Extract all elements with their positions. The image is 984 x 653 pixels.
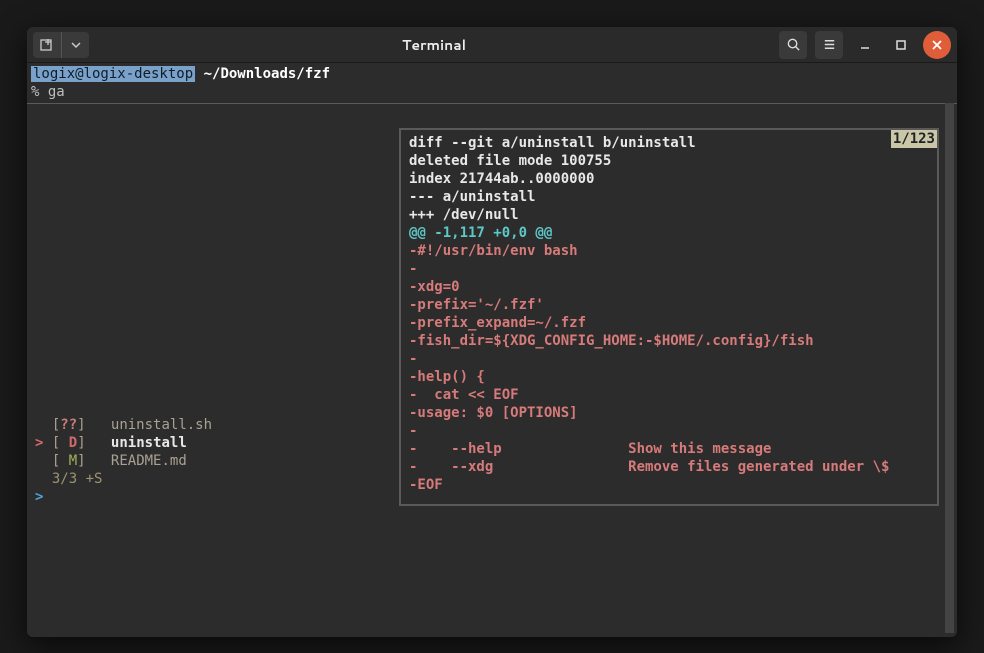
preview-content: diff --git a/uninstall b/uninstalldelete… [409,134,929,494]
search-button[interactable] [779,31,807,59]
close-button[interactable] [923,31,951,59]
file-list[interactable]: [??] uninstall.sh> [ D] uninstall [ M] R… [35,416,212,506]
close-icon [931,39,943,51]
maximize-button[interactable] [887,31,915,59]
diff-line: - [409,422,929,440]
prompt-line-1: logix@logix-desktop ~/Downloads/fzf [31,65,953,83]
diff-line: -fish_dir=${XDG_CONFIG_HOME:-$HOME/.conf… [409,332,929,350]
scrollbar[interactable] [945,103,954,633]
diff-line: - [409,260,929,278]
file-row[interactable]: > [ D] uninstall [35,434,212,452]
new-tab-icon [39,37,55,53]
diff-line: -EOF [409,476,929,494]
terminal-body[interactable]: logix@logix-desktop ~/Downloads/fzf % ga… [27,63,957,637]
diff-line: +++ /dev/null [409,206,929,224]
diff-line: diff --git a/uninstall b/uninstall [409,134,929,152]
diff-line: --- a/uninstall [409,188,929,206]
diff-line: -usage: $0 [OPTIONS] [409,404,929,422]
minimize-button[interactable] [851,31,879,59]
new-tab-dropdown[interactable] [61,32,89,58]
prompt-symbol: % [31,84,39,100]
preview-pane[interactable]: 1/123 diff --git a/uninstall b/uninstall… [399,128,939,506]
terminal-window: Terminal logix@logix-desktop ~ [27,27,957,637]
minimize-icon [858,38,872,52]
user-host: logix@logix-desktop [31,66,195,82]
fzf-area: 1/123 diff --git a/uninstall b/uninstall… [27,104,957,604]
new-tab-group [33,32,89,58]
file-row[interactable]: [ M] README.md [35,452,212,470]
diff-line: -#!/usr/bin/env bash [409,242,929,260]
titlebar: Terminal [27,27,957,63]
prompt-line-2: % ga [31,83,953,101]
menu-button[interactable] [815,31,843,59]
command-text: ga [48,84,65,100]
diff-line: -xdg=0 [409,278,929,296]
diff-line: index 21744ab..0000000 [409,170,929,188]
file-row[interactable]: [??] uninstall.sh [35,416,212,434]
window-title: Terminal [89,35,779,55]
chevron-down-icon [71,40,81,50]
match-counter: 3/3 +S [35,470,212,488]
diff-line: @@ -1,117 +0,0 @@ [409,224,929,242]
search-icon [786,37,801,52]
diff-line: -prefix_expand=~/.fzf [409,314,929,332]
diff-line: - --xdg Remove files generated under \$ [409,458,929,476]
query-line[interactable]: > [35,488,212,506]
cwd: ~/Downloads/fzf [204,66,330,82]
new-tab-button[interactable] [33,32,61,58]
diff-line: - [409,350,929,368]
diff-line: deleted file mode 100755 [409,152,929,170]
diff-line: -prefix='~/.fzf' [409,296,929,314]
maximize-icon [894,38,908,52]
diff-line: - --help Show this message [409,440,929,458]
prompt-area: logix@logix-desktop ~/Downloads/fzf % ga [27,63,957,101]
diff-line: -help() { [409,368,929,386]
hamburger-icon [822,37,837,52]
preview-position-badge: 1/123 [891,130,937,148]
diff-line: - cat << EOF [409,386,929,404]
